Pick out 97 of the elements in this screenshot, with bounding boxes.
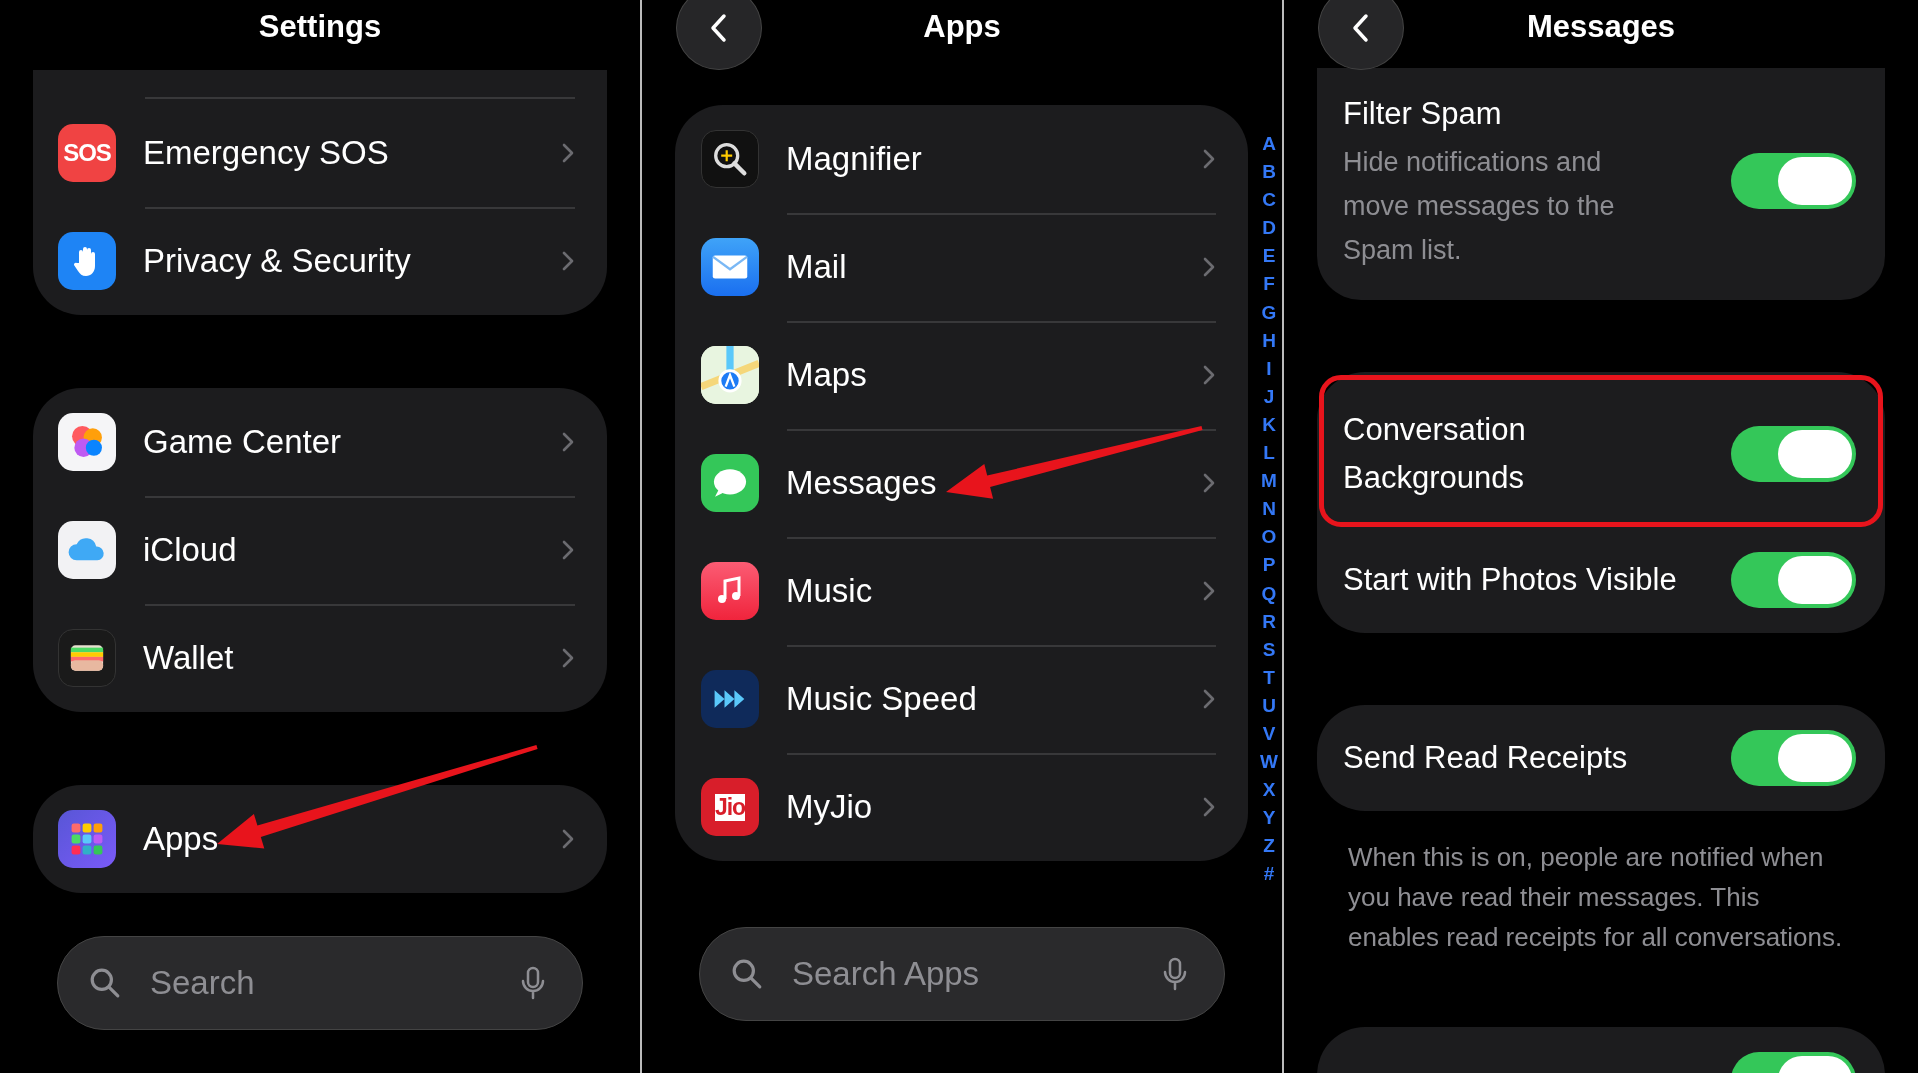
setting-label: Send Read Receipts <box>1343 739 1629 777</box>
cloud-icon <box>58 521 116 579</box>
index-letter[interactable]: M <box>1261 467 1277 496</box>
index-letter[interactable]: I <box>1266 354 1272 383</box>
index-letter[interactable]: U <box>1262 691 1276 720</box>
index-letter[interactable]: N <box>1262 495 1276 524</box>
screen-title: Settings <box>258 9 382 45</box>
index-letter[interactable]: S <box>1262 635 1276 664</box>
search-field[interactable]: Search Apps <box>699 927 1225 1021</box>
index-letter[interactable]: D <box>1262 214 1276 243</box>
jio-icon: Jio <box>701 778 759 836</box>
screen-title: Apps <box>923 9 1001 45</box>
setting-label: Conversation Backgrounds <box>1343 410 1527 497</box>
grid-icon <box>58 810 116 868</box>
setting-footnote: When this is on, people are notified when you have read their messages. This enables read receipts for all conversations. <box>1348 841 1844 954</box>
settings-row[interactable]: iCloud <box>33 496 607 604</box>
row-label: Privacy & Security <box>143 242 412 280</box>
app-row[interactable]: Mail <box>675 213 1248 321</box>
chat-icon <box>701 454 759 512</box>
setting-label: Start with Photos Visible <box>1343 561 1678 599</box>
hand-icon <box>58 232 116 290</box>
index-letter[interactable]: P <box>1262 551 1276 580</box>
back-chevron-icon <box>1351 13 1371 43</box>
chevron-icon <box>562 251 574 271</box>
app-row[interactable]: Magnifier <box>675 105 1248 213</box>
index-letter[interactable]: C <box>1262 186 1276 215</box>
row-label: Music <box>786 572 874 610</box>
toggle-switch[interactable] <box>1731 730 1856 786</box>
index-letter[interactable]: X <box>1262 776 1276 805</box>
chevron-icon <box>1203 365 1215 385</box>
chevron-icon <box>562 648 574 668</box>
row-label: Messages <box>786 464 938 502</box>
index-letter[interactable]: K <box>1262 410 1276 440</box>
setting-description: Hide notifications and move messages to the Spam list. <box>1343 146 1616 267</box>
row-label: iCloud <box>143 531 238 569</box>
index-letter[interactable]: Q <box>1261 579 1277 608</box>
settings-row[interactable]: SOS Emergency SOS <box>33 99 607 207</box>
microphone-icon[interactable] <box>521 966 545 1000</box>
index-letter[interactable]: L <box>1263 439 1275 468</box>
index-letter[interactable]: H <box>1262 326 1276 355</box>
index-letter[interactable]: R <box>1262 607 1276 636</box>
row-label: Emergency SOS <box>143 134 390 172</box>
screen-title: Messages <box>1526 9 1676 45</box>
search-icon <box>89 967 121 999</box>
map-icon <box>701 346 759 404</box>
chevron-icon <box>1203 797 1215 817</box>
back-button[interactable] <box>1318 0 1404 70</box>
settings-row[interactable]: Privacy & Security <box>33 207 607 315</box>
index-letter[interactable]: # <box>1263 860 1275 889</box>
toggle-switch[interactable] <box>1731 153 1856 209</box>
index-letter[interactable]: J <box>1263 382 1275 411</box>
app-row[interactable]: Music <box>675 537 1248 645</box>
music-icon <box>701 562 759 620</box>
row-label: Music Speed <box>786 680 978 718</box>
search-icon <box>731 958 763 990</box>
index-letter[interactable]: V <box>1262 719 1276 749</box>
row-label: Magnifier <box>786 140 923 178</box>
microphone-icon[interactable] <box>1163 957 1187 991</box>
settings-row[interactable]: Wallet <box>33 604 607 712</box>
index-letter[interactable]: O <box>1261 523 1277 552</box>
back-chevron-icon <box>709 13 729 43</box>
sos-icon: SOS <box>58 124 116 182</box>
index-letter[interactable]: A <box>1262 130 1276 159</box>
row-label: Game Center <box>143 423 343 461</box>
index-letter[interactable]: B <box>1262 158 1276 187</box>
chevron-icon <box>562 143 574 163</box>
row-label: Apps <box>143 820 220 858</box>
app-row[interactable]: Maps <box>675 321 1248 429</box>
search-field[interactable]: Search <box>57 936 583 1030</box>
settings-row[interactable]: Game Center <box>33 388 607 496</box>
index-letter[interactable]: T <box>1263 663 1275 692</box>
mail-icon <box>701 238 759 296</box>
index-letter[interactable]: F <box>1263 270 1275 299</box>
row-label: Wallet <box>143 639 235 677</box>
index-letter[interactable]: W <box>1260 748 1278 777</box>
chevron-icon <box>1203 473 1215 493</box>
chevron-icon <box>562 432 574 452</box>
chevron-icon <box>1203 257 1215 277</box>
index-letter[interactable]: E <box>1262 242 1276 271</box>
magnifier-icon <box>701 130 759 188</box>
wallet-icon <box>58 629 116 687</box>
chevron-icon <box>1203 149 1215 169</box>
index-letter[interactable]: Z <box>1263 832 1275 861</box>
app-row[interactable]: Jio MyJio <box>675 753 1248 861</box>
chevron-icon <box>1203 689 1215 709</box>
index-letter[interactable]: G <box>1261 298 1277 327</box>
index-letter[interactable]: Y <box>1262 804 1276 833</box>
toggle-switch[interactable] <box>1731 552 1856 608</box>
chevron-icon <box>1203 581 1215 601</box>
setting-label: Filter Spam <box>1343 95 1503 133</box>
chevron-icon <box>562 829 574 849</box>
app-row[interactable]: Music Speed <box>675 645 1248 753</box>
row-label: MyJio <box>786 788 874 826</box>
chevron-icon <box>562 540 574 560</box>
app-row[interactable]: Messages <box>675 429 1248 537</box>
row-label: Maps <box>786 356 868 394</box>
row-label: Mail <box>786 248 848 286</box>
